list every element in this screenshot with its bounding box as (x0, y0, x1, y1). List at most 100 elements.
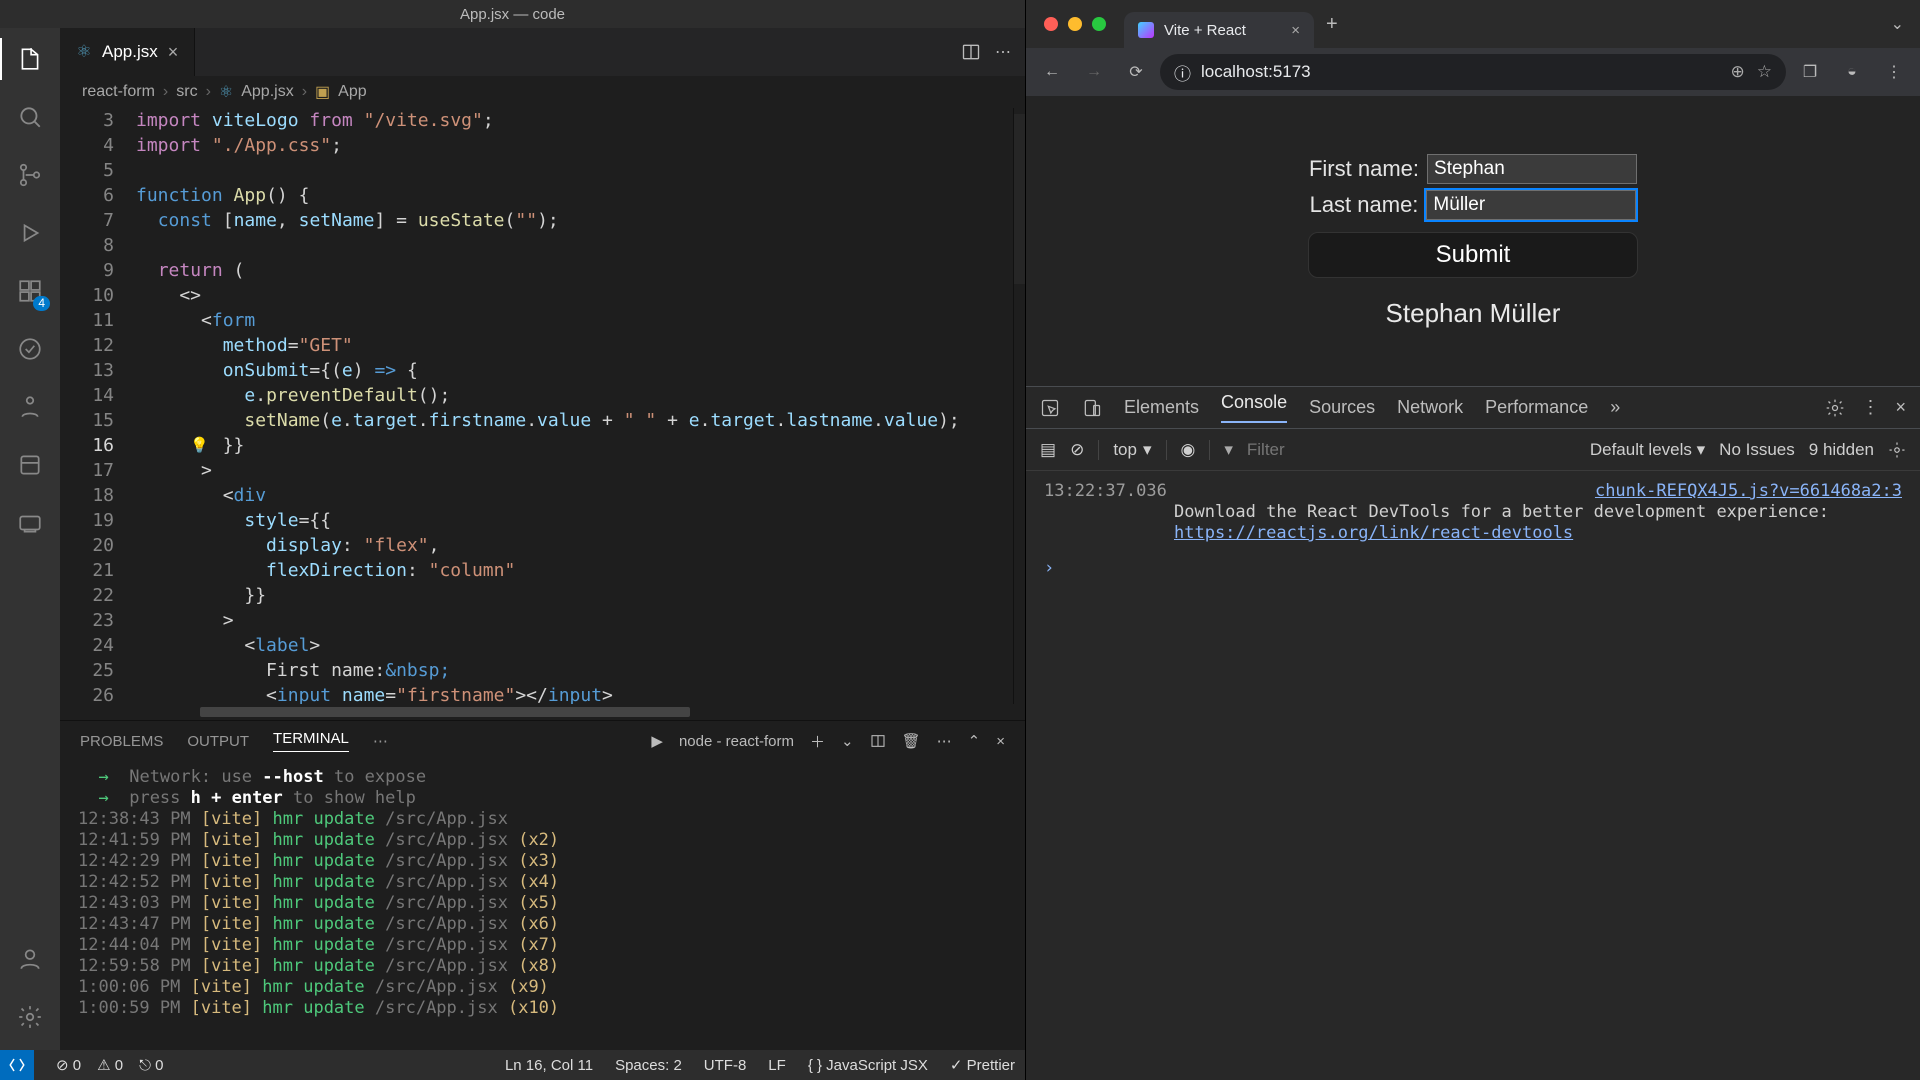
status-ports[interactable]: ⎋ 0 (139, 1057, 163, 1074)
devtools-settings-icon[interactable] (1825, 398, 1845, 418)
console-filter-input[interactable] (1247, 440, 1468, 460)
devtools-tab-network[interactable]: Network (1397, 397, 1463, 418)
console-issues[interactable]: No Issues (1719, 440, 1795, 460)
log-link[interactable]: https://reactjs.org/link/react-devtools (1174, 523, 1573, 543)
console-hidden[interactable]: 9 hidden (1809, 440, 1874, 460)
console-levels[interactable]: Default levels ▾ (1590, 440, 1705, 460)
extensions-icon[interactable]: 4 (13, 274, 47, 308)
status-prettier[interactable]: ✓ Prettier (950, 1056, 1015, 1074)
terminal-launch-icon[interactable]: ▶ (651, 732, 663, 750)
panel-tab-problems[interactable]: PROBLEMS (80, 733, 163, 750)
react-file-icon: ⚛ (76, 44, 92, 60)
accounts-icon[interactable] (13, 942, 47, 976)
status-lang[interactable]: { } JavaScript JSX (808, 1057, 928, 1074)
first-name-input[interactable] (1427, 154, 1637, 184)
more-icon[interactable]: ⋯ (995, 42, 1011, 62)
bottom-panel: PROBLEMS OUTPUT TERMINAL ⋯ ▶ node - reac… (60, 720, 1025, 1050)
devtools-menu-icon[interactable]: ⋮ (1861, 397, 1879, 418)
console-output[interactable]: 13:22:37.036 chunk-REFQX4J5.js?v=661468a… (1026, 471, 1920, 1080)
status-warnings[interactable]: ⚠ 0 (97, 1056, 123, 1074)
panel-tab-output[interactable]: OUTPUT (187, 733, 249, 750)
bookmark-icon[interactable]: ☆ (1757, 62, 1772, 82)
devtools-inspect-icon[interactable] (1040, 398, 1060, 418)
devtools-tab-performance[interactable]: Performance (1485, 397, 1588, 418)
tabs-dropdown-icon[interactable]: ⌄ (1875, 14, 1920, 34)
close-icon[interactable]: × (168, 42, 179, 63)
status-spaces[interactable]: Spaces: 2 (615, 1057, 682, 1074)
panel-more2-icon[interactable]: ⋯ (937, 732, 952, 750)
minimap[interactable] (1013, 108, 1025, 704)
chrome-window: Vite + React × + ⌄ ← → ⟳ ⓘ localhost:517… (1025, 0, 1920, 1080)
devtools-device-icon[interactable] (1082, 398, 1102, 418)
nav-back-button[interactable]: ← (1034, 54, 1070, 90)
site-info-icon[interactable]: ⓘ (1174, 60, 1191, 85)
tab-app-jsx[interactable]: ⚛ App.jsx × (60, 28, 195, 76)
rendered-app: First name: Last name: Submit Stephan Mü… (1026, 96, 1920, 386)
log-message: Download the React DevTools for a better… (1174, 502, 1829, 522)
new-tab-button[interactable]: + (1314, 13, 1350, 36)
console-settings-icon[interactable] (1888, 441, 1906, 459)
console-clear-icon[interactable]: ⊘ (1070, 440, 1084, 460)
reload-button[interactable]: ⟳ (1118, 54, 1154, 90)
editor-hscroll[interactable] (60, 704, 1025, 720)
chrome-toolbar: ← → ⟳ ⓘ localhost:5173 ⊕ ☆ ❐ ◒ ⋮ (1026, 48, 1920, 96)
profile-icon[interactable]: ◒ (1834, 54, 1870, 90)
submit-button[interactable]: Submit (1308, 232, 1638, 278)
activity-extra2-icon[interactable] (13, 390, 47, 424)
extensions-badge: 4 (33, 296, 50, 311)
first-name-label: First name: (1309, 156, 1419, 182)
panel-close-icon[interactable]: × (996, 733, 1005, 750)
trash-icon[interactable]: 🗑 (902, 732, 921, 750)
vscode-titlebar: App.jsx — code (0, 0, 1025, 28)
extensions-puzzle-icon[interactable]: ❐ (1792, 54, 1828, 90)
activity-extra3-icon[interactable] (13, 448, 47, 482)
tab-label: App.jsx (102, 42, 158, 62)
tab-close-icon[interactable]: × (1291, 22, 1300, 39)
panel-more-icon[interactable]: ⋯ (373, 732, 388, 750)
devtools-tab-console[interactable]: Console (1221, 392, 1287, 423)
explorer-icon[interactable] (13, 42, 47, 76)
devtools-tab-elements[interactable]: Elements (1124, 397, 1199, 418)
terminal-split-icon[interactable] (870, 733, 886, 749)
search-icon[interactable] (13, 100, 47, 134)
activity-extra4-icon[interactable] (13, 506, 47, 540)
remote-indicator[interactable] (0, 1050, 34, 1080)
name-output: Stephan Müller (1386, 298, 1561, 329)
devtools-tab-sources[interactable]: Sources (1309, 397, 1375, 418)
status-enc[interactable]: UTF-8 (704, 1057, 747, 1074)
panel-max-icon[interactable]: ⌃ (968, 732, 981, 750)
browser-tab[interactable]: Vite + React × (1124, 12, 1314, 48)
status-lncol[interactable]: Ln 16, Col 11 (505, 1057, 593, 1074)
vite-favicon-icon (1138, 22, 1154, 38)
devtools-more-tabs-icon[interactable]: » (1610, 397, 1620, 418)
address-bar[interactable]: ⓘ localhost:5173 ⊕ ☆ (1160, 54, 1786, 90)
code-editor[interactable]: 3 4 5 6 7 8 9 10 11 12 13 14 15 16 17 18… (60, 108, 1025, 704)
terminal-task[interactable]: node - react-form (679, 733, 794, 750)
vscode-window: App.jsx — code 4 ⚛ App.jsx × (0, 0, 1025, 1080)
split-editor-icon[interactable] (961, 42, 981, 62)
url-text: localhost:5173 (1201, 62, 1311, 82)
chrome-tabstrip: Vite + React × + ⌄ (1026, 0, 1920, 48)
nav-forward-button[interactable]: → (1076, 54, 1112, 90)
console-prompt-icon: › (1044, 558, 1054, 578)
run-debug-icon[interactable] (13, 216, 47, 250)
window-controls[interactable] (1026, 17, 1124, 31)
activity-extra-icon[interactable] (13, 332, 47, 366)
breadcrumb[interactable]: react-form› src› ⚛App.jsx› ▣App (60, 76, 1025, 108)
console-context[interactable]: top ▾ (1098, 440, 1151, 460)
devtools-close-icon[interactable]: × (1895, 397, 1906, 418)
chrome-menu-icon[interactable]: ⋮ (1876, 54, 1912, 90)
panel-tab-terminal[interactable]: TERMINAL (273, 730, 349, 752)
terminal[interactable]: → Network: use --host to expose → press … (60, 761, 1025, 1050)
source-control-icon[interactable] (13, 158, 47, 192)
terminal-new-icon[interactable]: ＋ (810, 731, 825, 752)
console-sidebar-icon[interactable]: ▤ (1040, 440, 1056, 460)
status-eol[interactable]: LF (768, 1057, 786, 1074)
settings-gear-icon[interactable] (13, 1000, 47, 1034)
status-errors[interactable]: ⊘ 0 (56, 1056, 81, 1074)
live-expression-icon[interactable]: ◉ (1166, 440, 1196, 460)
last-name-input[interactable] (1426, 190, 1636, 220)
chevron-down-icon[interactable]: ⌄ (841, 732, 854, 750)
zoom-icon[interactable]: ⊕ (1731, 62, 1745, 82)
log-source-link[interactable]: chunk-REFQX4J5.js?v=661468a2:3 (1595, 481, 1902, 501)
